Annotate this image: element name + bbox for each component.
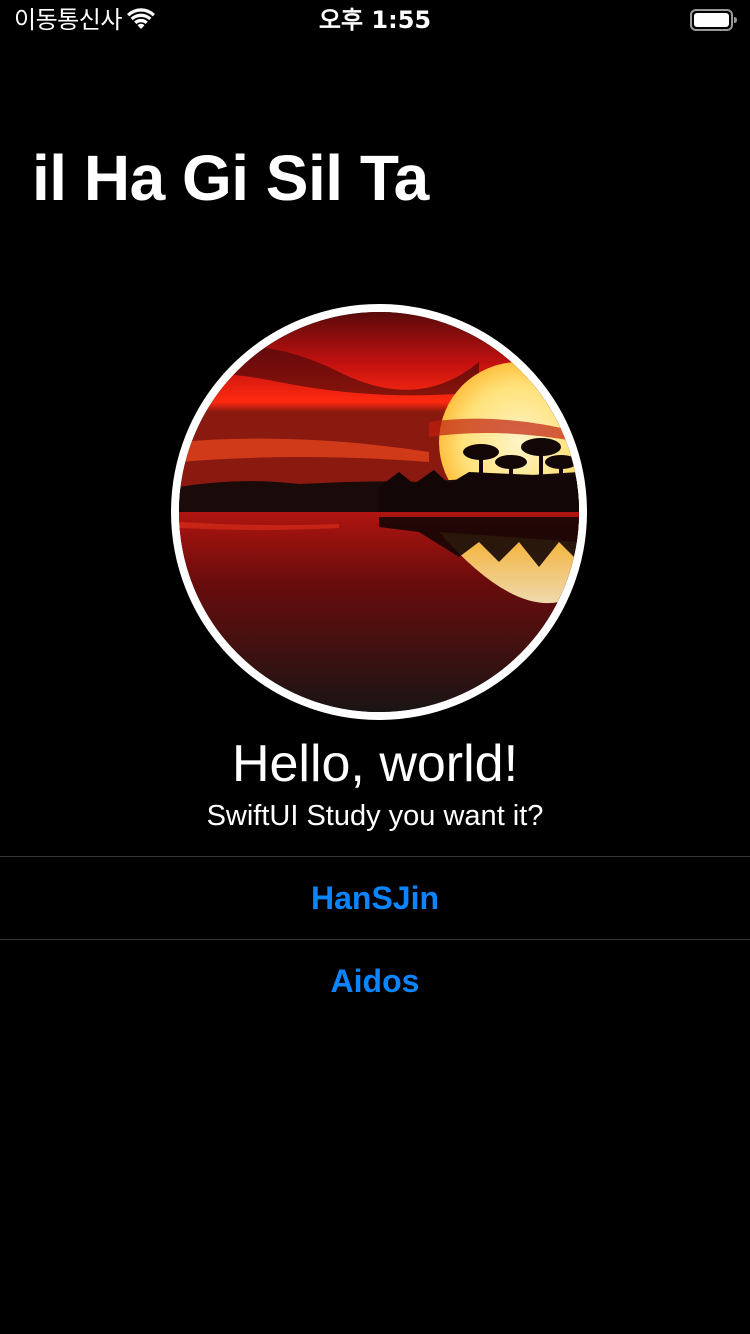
- battery-icon: [690, 8, 738, 32]
- status-time: 오후 1:55: [318, 6, 432, 34]
- hello-headline: Hello, world!: [231, 735, 519, 793]
- list-item-aidos[interactable]: Aidos: [0, 940, 750, 1022]
- status-bar: 이동통신사 오후 1:55: [0, 0, 750, 40]
- sunset-photo: [171, 304, 587, 720]
- study-subheadline: SwiftUI Study you want it?: [206, 800, 544, 832]
- link-list: HanSJin Aidos: [0, 856, 750, 1022]
- list-item-hansjin[interactable]: HanSJin: [0, 857, 750, 939]
- page-title: il Ha Gi Sil Ta: [32, 142, 429, 214]
